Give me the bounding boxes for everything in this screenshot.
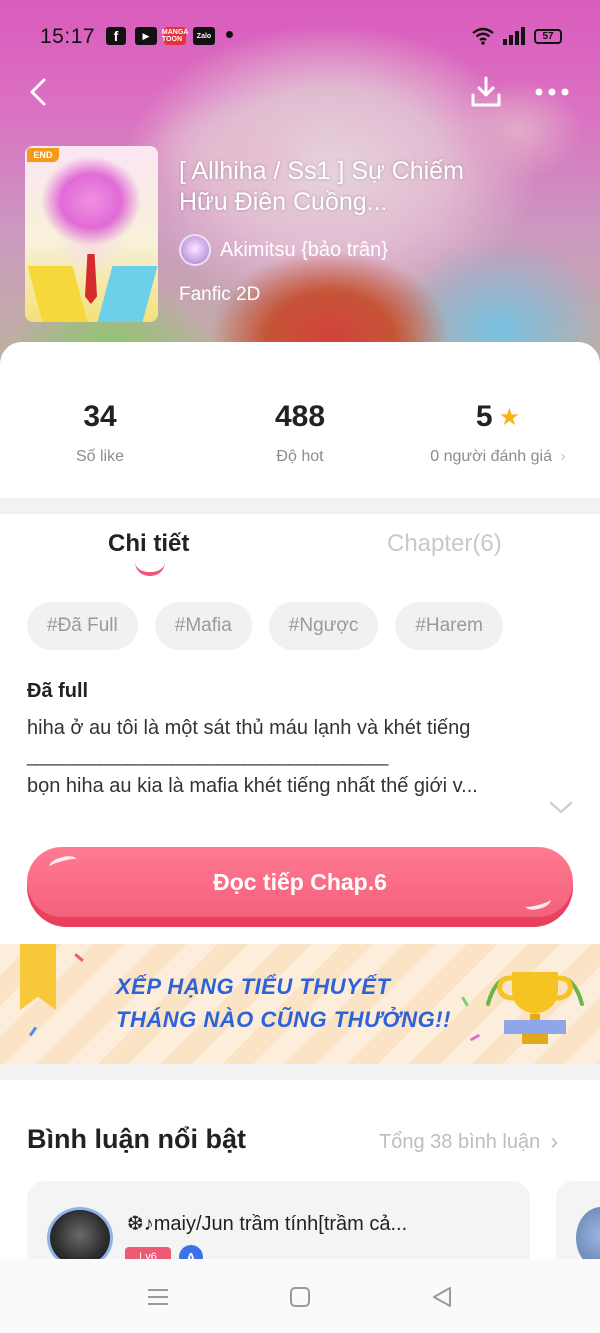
story-title-line: Hữu Điên Cuồng...	[179, 188, 388, 216]
trophy-icon	[486, 972, 584, 1044]
story-title-line: [ Allhiha / Ss1 ] Sự Chiếm	[179, 157, 464, 185]
notification-dot	[226, 31, 233, 38]
cover-art-shape	[85, 254, 97, 304]
rating-stat[interactable]: 5 ★ 0 người đánh giá ›	[398, 400, 598, 466]
stats-panel: 34 Số like 488 Độ hot 5 ★ 0 người đánh g…	[0, 342, 600, 498]
story-description: Đã full hiha ở au tôi là một sát thủ máu…	[27, 680, 587, 798]
confetti-shape	[469, 1033, 481, 1042]
banner-line: XẾP HẠNG TIỂU THUYẾT	[116, 974, 391, 999]
battery-icon: 57	[534, 28, 562, 44]
more-options-button[interactable]	[532, 72, 572, 112]
rating-value: 5	[475, 400, 493, 433]
comments-total-link[interactable]: Tổng 38 bình luận ›	[379, 1128, 558, 1156]
description-separator: ________________________________________	[27, 746, 388, 766]
continue-reading-label: Đọc tiếp Chap.6	[27, 847, 573, 917]
chevron-right-icon: ›	[560, 448, 566, 465]
description-heading: Đã full	[27, 680, 89, 702]
confetti-shape	[28, 1026, 38, 1037]
comments-title: Bình luận nổi bật	[27, 1124, 246, 1154]
likes-value: 34	[83, 400, 117, 433]
confetti-shape	[74, 953, 84, 962]
more-dots-icon	[535, 88, 569, 96]
signal-icon	[503, 27, 525, 45]
youtube-icon: ▶	[135, 27, 157, 45]
back-nav-icon[interactable]	[430, 1285, 454, 1309]
rating-count-text: 0 người đánh giá	[430, 448, 552, 465]
download-button[interactable]	[466, 72, 506, 112]
author-link[interactable]: Akimitsu {bảo trân}	[179, 234, 388, 266]
mangatoon-icon: MANGA TOON	[161, 27, 189, 45]
description-line: bọn hiha au kia là mafia khét tiếng nhất…	[27, 775, 478, 797]
wifi-icon	[472, 27, 494, 45]
genre-label: Fanfic 2D	[179, 284, 261, 305]
tab-active-indicator	[135, 562, 165, 576]
facebook-icon: f	[106, 27, 126, 45]
tab-detail[interactable]: Chi tiết	[108, 530, 189, 558]
description-line: hiha ở au tôi là một sát thủ máu lạnh và…	[27, 717, 471, 739]
commenter-name: ❆♪maiy/Jun trầm tính[trầm cả...	[127, 1213, 408, 1235]
tag-chip[interactable]: #Mafia	[154, 602, 252, 650]
story-cover-image	[25, 146, 158, 322]
bookmark-ribbon-icon	[20, 944, 56, 1010]
cover-art-shape	[97, 266, 158, 322]
confetti-shape	[461, 996, 469, 1007]
author-avatar	[179, 234, 211, 266]
tab-chapter[interactable]: Chapter(6)	[387, 530, 502, 558]
comments-total-text: Tổng 38 bình luận	[379, 1130, 541, 1153]
likes-stat: 34 Số like	[0, 400, 200, 466]
end-badge: END	[27, 148, 59, 162]
hot-label: Độ hot	[276, 448, 324, 465]
chevron-left-icon	[30, 78, 46, 106]
recent-apps-icon[interactable]	[146, 1285, 170, 1309]
zalo-icon: Zalo	[193, 27, 215, 45]
home-icon[interactable]	[288, 1285, 312, 1309]
rating-count-label[interactable]: 0 người đánh giá ›	[398, 448, 598, 466]
hot-stat: 488 Độ hot	[200, 400, 400, 466]
status-time: 15:17	[40, 25, 96, 48]
story-title: [ Allhiha / Ss1 ] Sự Chiếm Hữu Điên Cuồn…	[179, 156, 579, 218]
featured-comments-section: Bình luận nổi bật Tổng 38 bình luận › ❆♪…	[0, 1080, 600, 1281]
likes-label: Số like	[75, 448, 125, 465]
tag-chip[interactable]: #Harem	[395, 602, 503, 650]
download-icon	[471, 76, 501, 107]
back-button[interactable]	[18, 72, 58, 112]
status-bar: 15:17 f ▶ MANGA TOON Zalo 57	[0, 0, 600, 70]
banner-text: XẾP HẠNG TIỂU THUYẾT THÁNG NÀO CŨNG THƯỞ…	[116, 970, 451, 1036]
chevron-down-icon[interactable]	[548, 797, 574, 817]
continue-reading-button[interactable]: Đọc tiếp Chap.6	[27, 847, 573, 927]
hot-value: 488	[274, 400, 326, 433]
cover-art-shape	[27, 266, 88, 322]
system-navigation-bar	[0, 1259, 600, 1333]
tag-list: #Đã Full #Mafia #Ngược #Harem	[27, 602, 503, 650]
chevron-right-icon: ›	[550, 1128, 559, 1155]
banner-line: THÁNG NÀO CŨNG THƯỞNG!!	[116, 1007, 451, 1032]
tag-chip[interactable]: #Ngược	[268, 602, 379, 650]
author-name: Akimitsu {bảo trân}	[220, 238, 388, 261]
star-icon: ★	[498, 403, 521, 431]
tag-chip[interactable]: #Đã Full	[27, 602, 138, 650]
